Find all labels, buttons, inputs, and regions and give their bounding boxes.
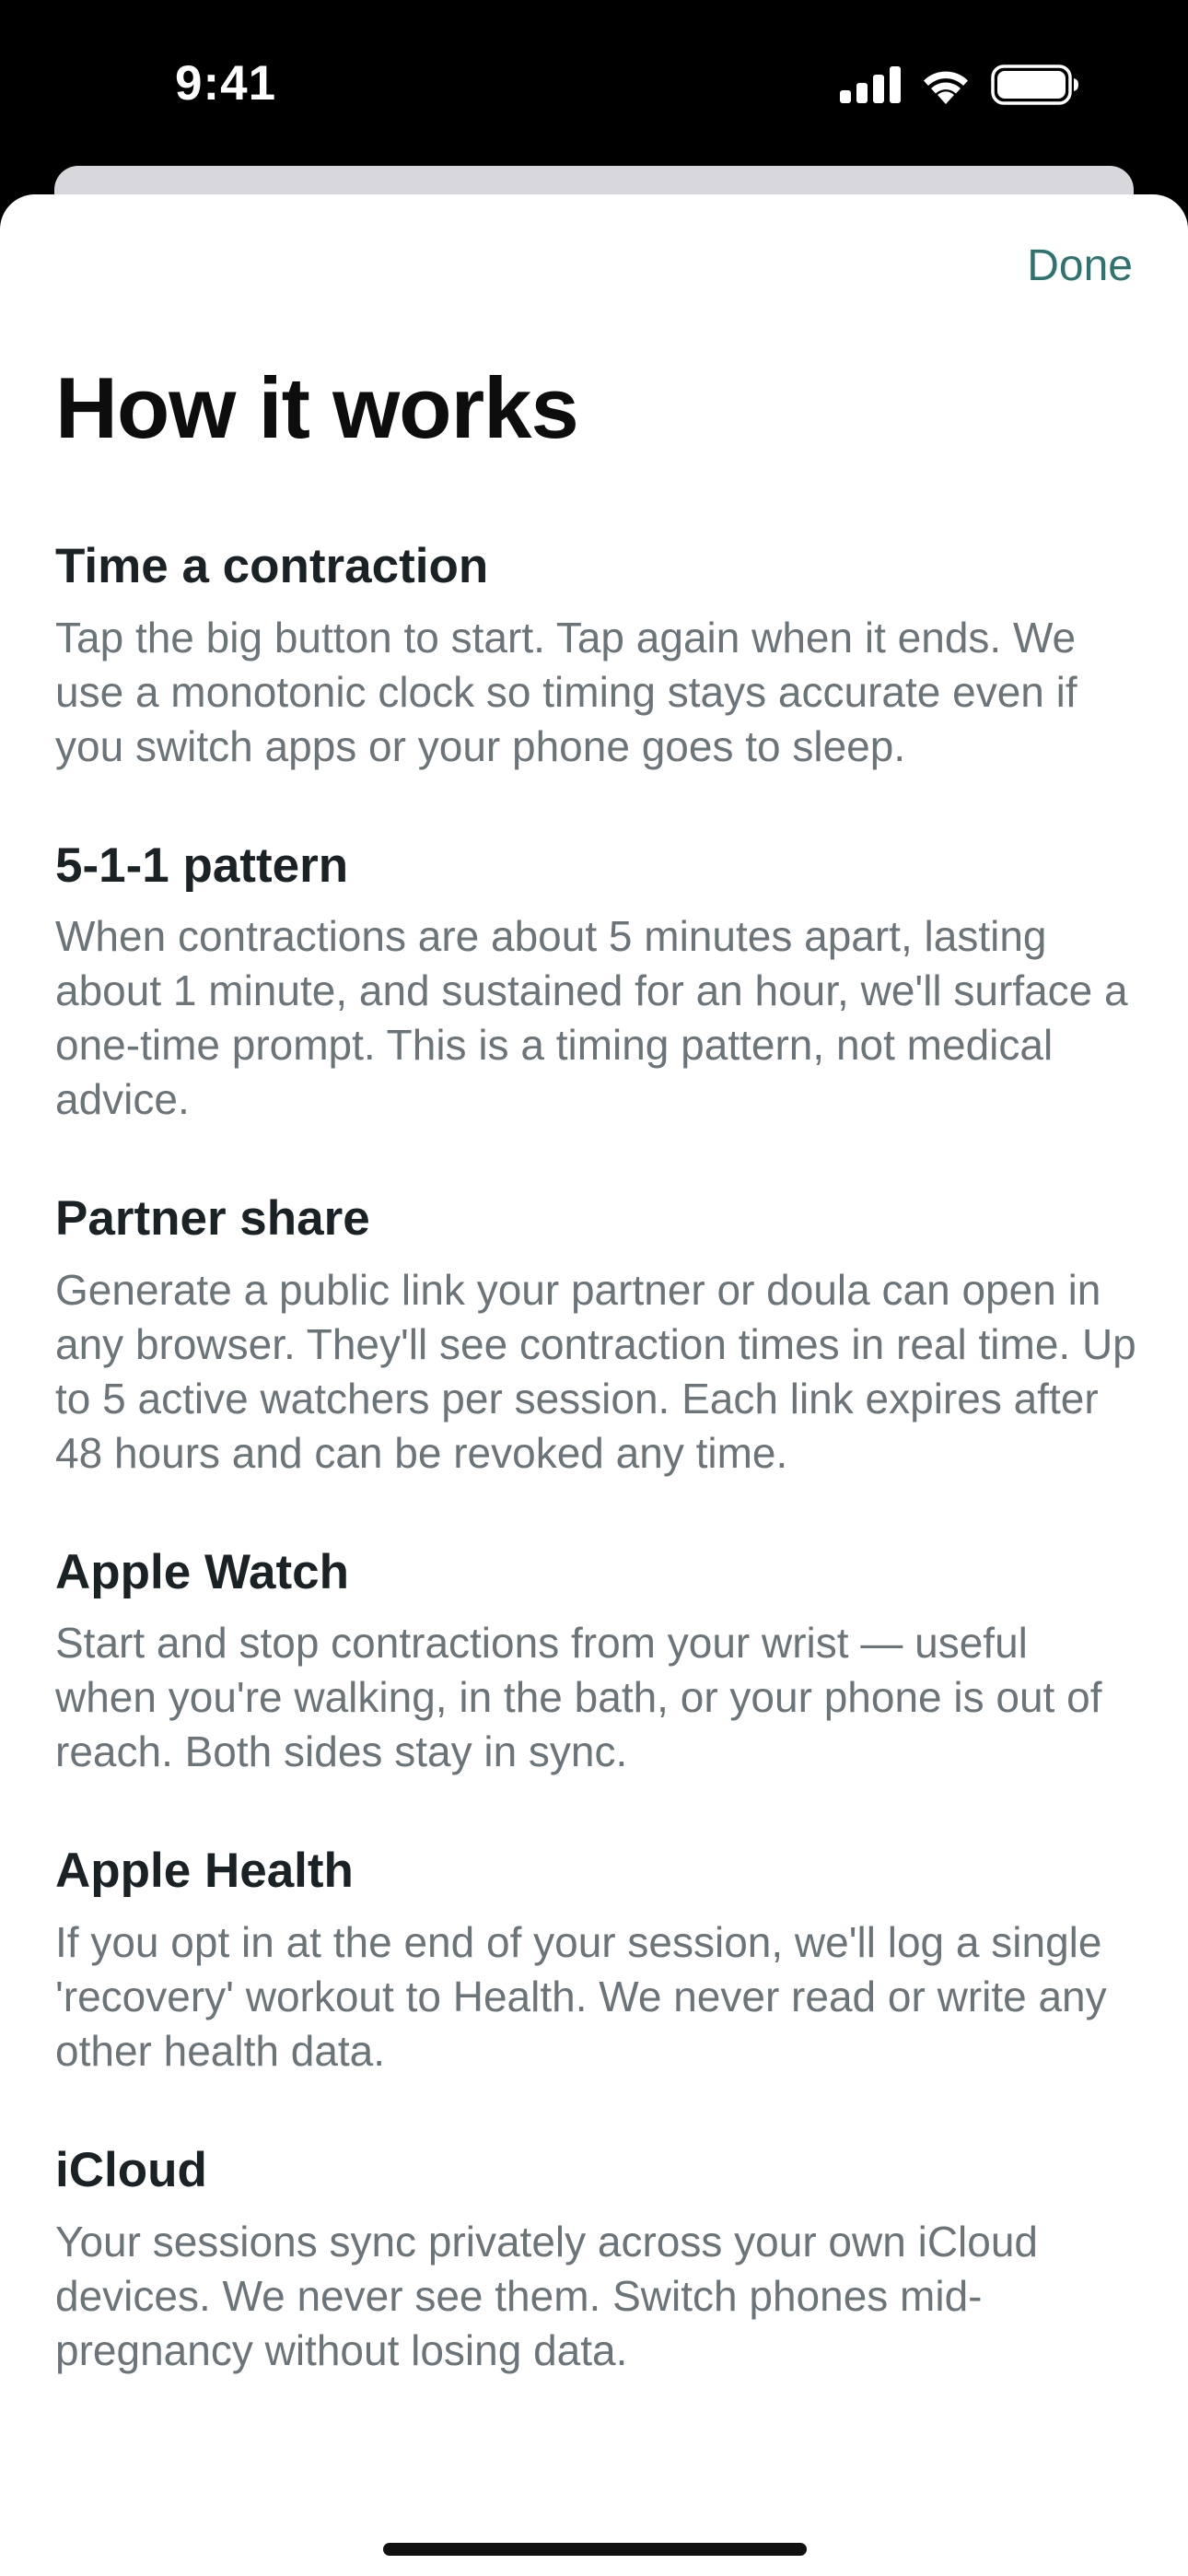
section-heading: iCloud [55, 2142, 207, 2197]
section-heading: Apple Watch [55, 1544, 349, 1599]
section-icloud: iCloud Your sessions sync privately acro… [55, 2141, 1137, 2378]
section-partner-share: Partner share Generate a public link you… [55, 1189, 1137, 1481]
sections-list: Time a contraction Tap the big button to… [55, 537, 1137, 2441]
section-heading: Time a contraction [55, 539, 489, 593]
battery-icon [991, 64, 1078, 105]
section-body: Your sessions sync privately across your… [55, 2217, 1039, 2374]
section-5-1-1-pattern: 5-1-1 pattern When contractions are abou… [55, 837, 1137, 1128]
section-apple-watch: Apple Watch Start and stop contractions … [55, 1543, 1137, 1780]
section-body: Tap the big button to start. Tap again w… [55, 613, 1077, 770]
section-heading: Partner share [55, 1191, 370, 1247]
section-body: Generate a public link your partner or d… [55, 1265, 1136, 1477]
status-bar: 9:41 [0, 0, 1188, 175]
section-body: When contractions are about 5 minutes ap… [55, 912, 1128, 1124]
section-body: Start and stop contractions from your wr… [55, 1619, 1102, 1776]
section-time-a-contraction: Time a contraction Tap the big button to… [55, 537, 1137, 774]
status-time: 9:41 [175, 56, 277, 111]
section-heading: Apple Health [55, 1844, 354, 1899]
page-title: How it works [55, 359, 579, 456]
section-apple-health: Apple Health If you opt in at the end of… [55, 1842, 1137, 2078]
how-it-works-sheet: Done How it works Time a contraction Tap… [0, 194, 1188, 2576]
status-icons [840, 64, 1079, 105]
cellular-signal-icon [840, 66, 901, 103]
home-indicator[interactable] [383, 2543, 807, 2556]
wifi-icon [924, 71, 968, 104]
section-heading: 5-1-1 pattern [55, 837, 349, 893]
section-body: If you opt in at the end of your session… [55, 1917, 1107, 2075]
done-button[interactable]: Done [1027, 240, 1133, 291]
